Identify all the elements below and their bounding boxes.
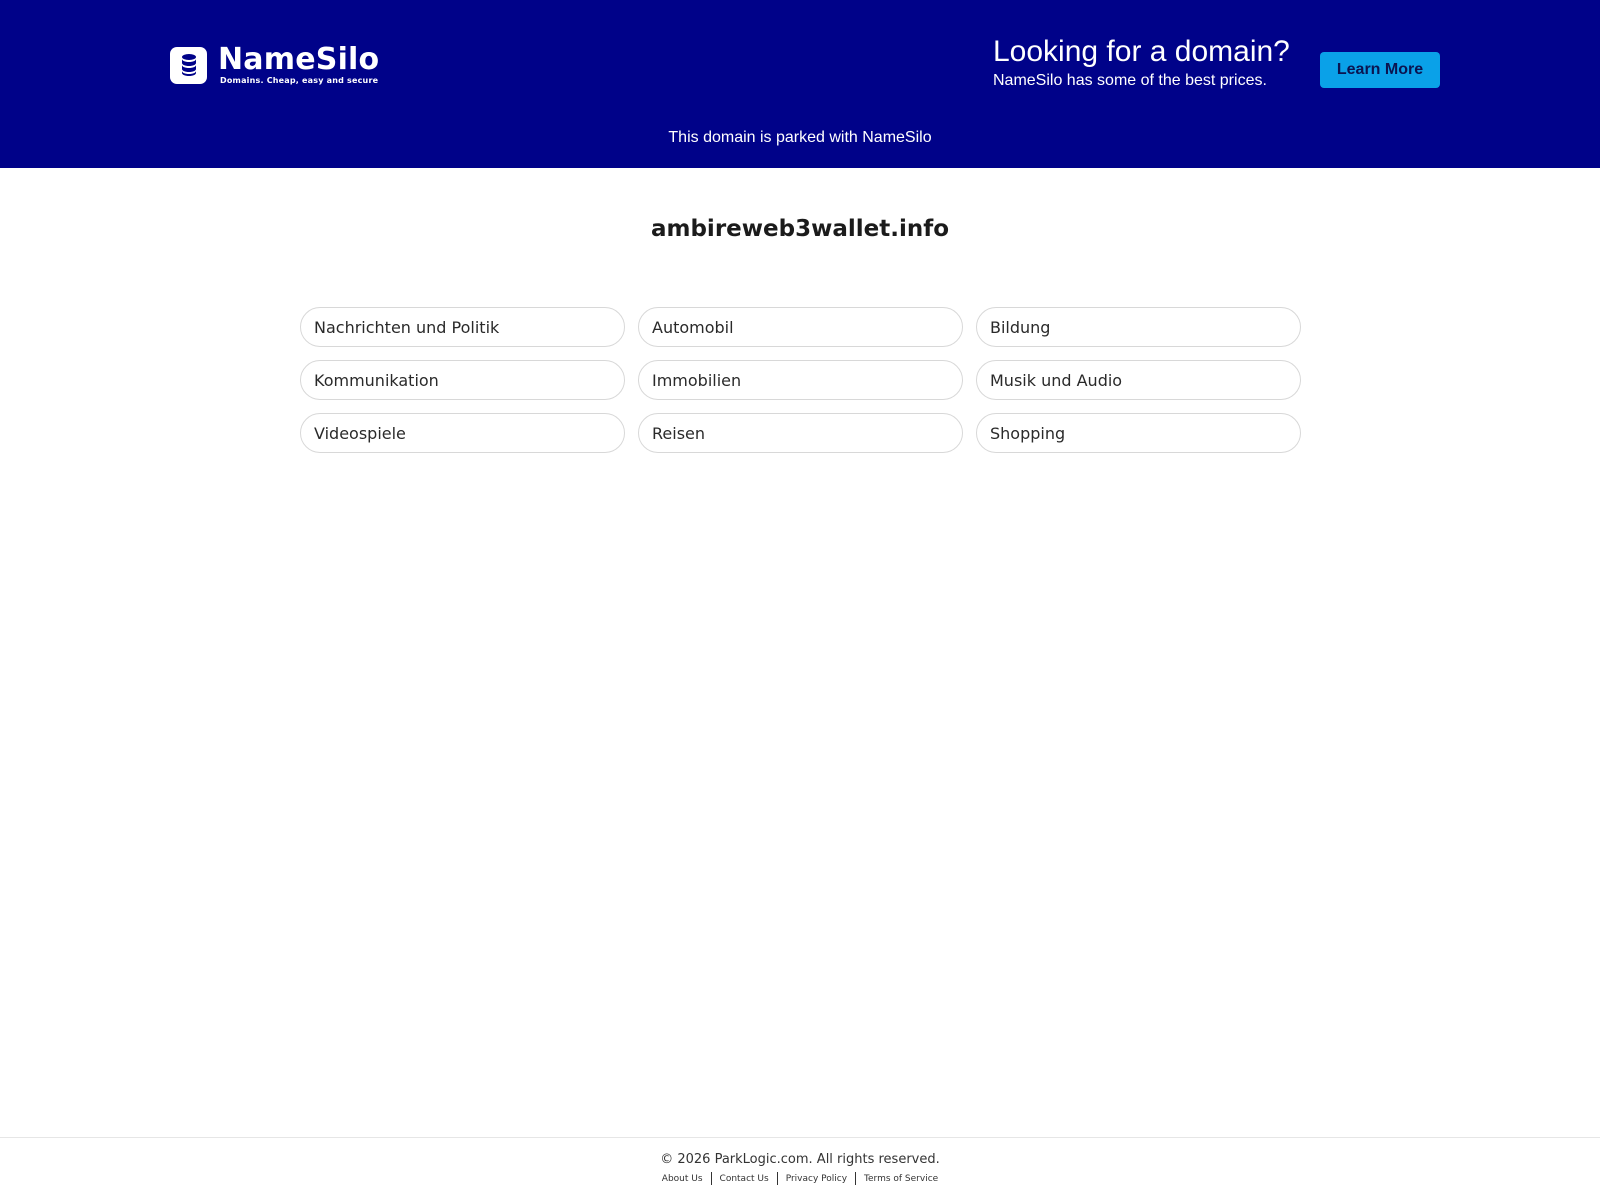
related-link[interactable]: Musik und Audio [976, 360, 1301, 400]
footer-link-contact[interactable]: Contact Us [712, 1173, 777, 1185]
promo-subtitle: NameSilo has some of the best prices. [993, 72, 1267, 89]
footer-link-terms[interactable]: Terms of Service [856, 1173, 946, 1185]
database-icon [170, 46, 207, 84]
footer-links: About Us Contact Us Privacy Policy Terms… [0, 1172, 1600, 1185]
footer-link-about[interactable]: About Us [654, 1173, 711, 1185]
related-link[interactable]: Bildung [976, 307, 1301, 347]
brand-name: NameSilo [218, 42, 380, 77]
related-link[interactable]: Shopping [976, 413, 1301, 453]
parked-notice: This domain is parked with NameSilo [668, 129, 932, 146]
related-link[interactable]: Nachrichten und Politik [300, 307, 625, 347]
footer-link-privacy[interactable]: Privacy Policy [778, 1173, 855, 1185]
copyright-text: © 2026 ParkLogic.com. All rights reserve… [660, 1152, 940, 1167]
related-link[interactable]: Videospiele [300, 413, 625, 453]
related-link[interactable]: Kommunikation [300, 360, 625, 400]
brand-tagline: Domains. Cheap, easy and secure [220, 76, 379, 85]
related-link[interactable]: Automobil [638, 307, 963, 347]
namesilo-logo[interactable]: NameSilo Domains. Cheap, easy and secure [170, 44, 379, 86]
related-link[interactable]: Reisen [638, 413, 963, 453]
related-link[interactable]: Immobilien [638, 360, 963, 400]
promo-block: Looking for a domain? NameSilo has some … [993, 34, 1290, 92]
domain-name: ambireweb3wallet.info [650, 216, 950, 242]
footer: © 2026 ParkLogic.com. All rights reserve… [0, 1137, 1600, 1200]
related-links-grid: Nachrichten und Politik Automobil Bildun… [300, 307, 1301, 453]
learn-more-button[interactable]: Learn More [1320, 52, 1440, 88]
promo-title: Looking for a domain? [993, 35, 1290, 68]
header-banner: NameSilo Domains. Cheap, easy and secure… [0, 0, 1600, 168]
